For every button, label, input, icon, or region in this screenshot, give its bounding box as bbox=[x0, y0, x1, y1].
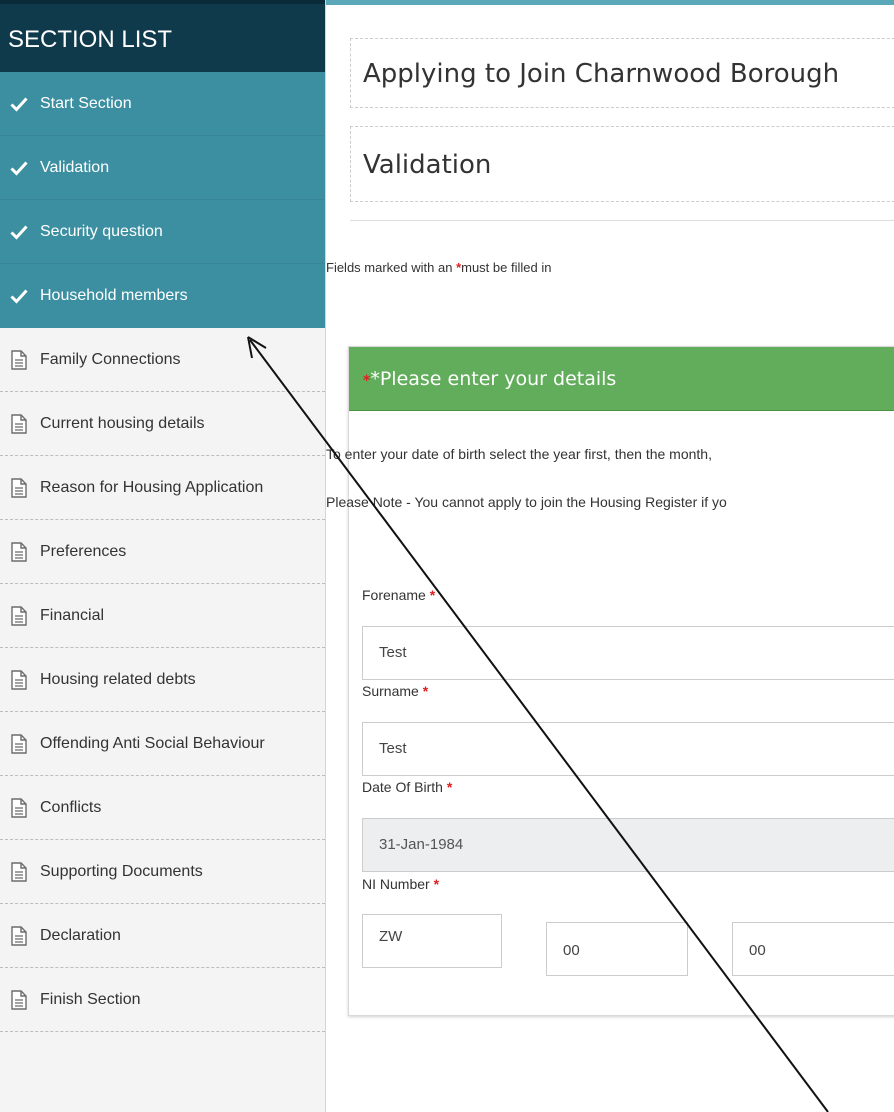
annotation-arrow bbox=[247, 336, 829, 1112]
